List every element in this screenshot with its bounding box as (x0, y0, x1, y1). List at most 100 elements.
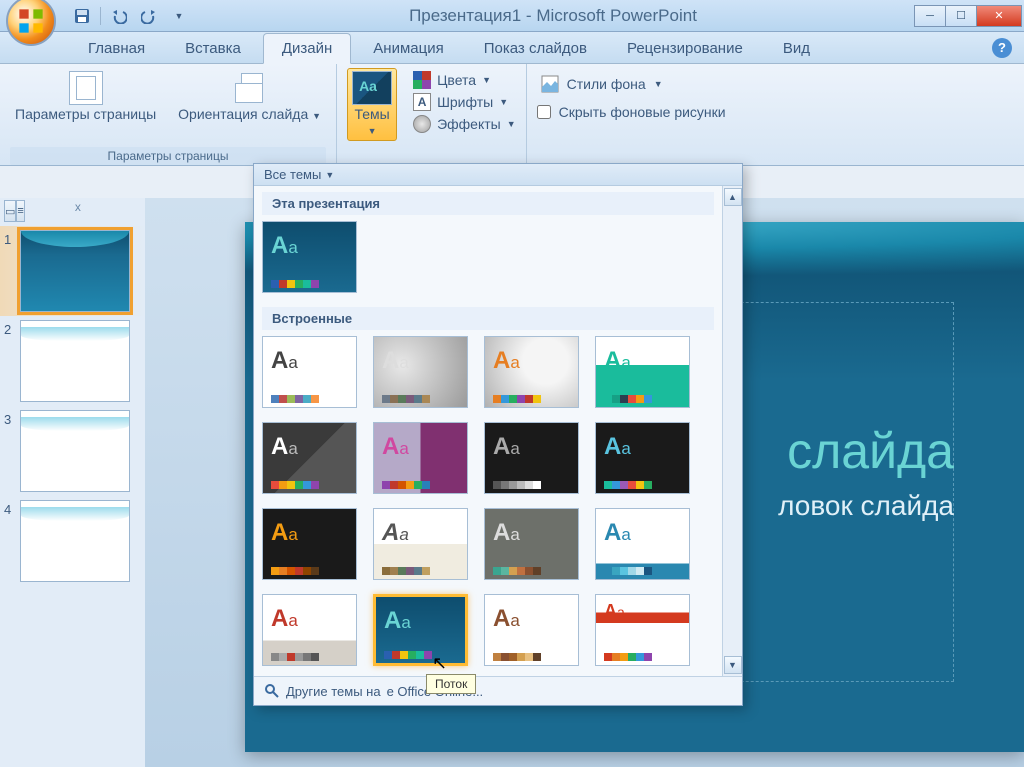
theme-item[interactable]: Aa (595, 336, 690, 408)
slide-thumbnail-4[interactable]: 4 (0, 496, 145, 586)
thumb-number: 4 (4, 500, 16, 517)
maximize-icon: ☐ (956, 9, 966, 22)
chevron-down-icon: ▼ (728, 660, 737, 670)
themes-gallery-dropdown: Все темы ▼ Эта презентация Aa Встроенные… (253, 163, 743, 706)
slide-thumbnail-2[interactable]: 2 (0, 316, 145, 406)
qat-redo-button[interactable] (137, 5, 161, 27)
office-logo-icon (17, 7, 45, 35)
thumb-number: 1 (4, 230, 16, 247)
chevron-down-icon: ▼ (507, 119, 516, 129)
theme-item[interactable]: Aa (484, 336, 579, 408)
theme-item[interactable]: Aa (484, 508, 579, 580)
tab-review[interactable]: Рецензирование (609, 34, 761, 63)
tab-animation[interactable]: Анимация (355, 34, 461, 63)
minimize-button[interactable]: ─ (914, 5, 946, 27)
window-title: Презентация1 - Microsoft PowerPoint (191, 6, 915, 26)
gallery-section-this-presentation: Эта презентация (262, 192, 714, 215)
tab-slideshow[interactable]: Показ слайдов (466, 34, 605, 63)
qat-save-button[interactable] (70, 5, 94, 27)
chevron-down-icon: ▼ (368, 126, 377, 136)
qat-customize-button[interactable]: ▼ (167, 5, 191, 27)
close-icon: ✕ (994, 9, 1003, 22)
slide-title-text: слайда (787, 422, 954, 480)
thumb-number: 3 (4, 410, 16, 427)
chevron-down-icon: ▼ (499, 97, 508, 107)
tab-home[interactable]: Главная (70, 34, 163, 63)
background-styles-icon (541, 75, 559, 93)
theme-item-hovered[interactable]: Aa ↖ (373, 594, 468, 666)
background-styles-button[interactable]: Стили фона ▼ (537, 74, 667, 94)
gallery-header-all-themes[interactable]: Все темы ▼ (254, 164, 742, 186)
colors-icon (413, 71, 431, 89)
theme-item[interactable]: Aa (373, 508, 468, 580)
outline-tab-slides[interactable]: ▭ (4, 200, 16, 222)
close-button[interactable]: ✕ (976, 5, 1022, 27)
theme-item[interactable]: Aa (262, 508, 357, 580)
theme-item[interactable]: Aa (595, 508, 690, 580)
thumb-preview (20, 410, 130, 492)
colors-button[interactable]: Цвета ▼ (409, 70, 520, 90)
background-styles-label: Стили фона (567, 76, 646, 92)
theme-item[interactable]: Aa (262, 594, 357, 666)
theme-tooltip: Поток (426, 674, 476, 694)
ribbon-tabs: Главная Вставка Дизайн Анимация Показ сл… (0, 32, 1024, 64)
help-button[interactable]: ? (992, 38, 1012, 58)
fonts-button[interactable]: A Шрифты ▼ (409, 92, 520, 112)
page-setup-button[interactable]: Параметры страницы (10, 68, 161, 125)
hide-background-checkbox[interactable]: Скрыть фоновые рисунки (537, 104, 726, 120)
ribbon: Параметры страницы Ориентация слайда ▼ П… (0, 64, 1024, 166)
scroll-down-button[interactable]: ▼ (724, 656, 742, 674)
chevron-down-icon: ▼ (482, 75, 491, 85)
window-controls: ─ ☐ ✕ (915, 5, 1022, 27)
save-icon (74, 8, 90, 24)
theme-item[interactable]: Aa (373, 422, 468, 494)
theme-item[interactable]: Aa (262, 422, 357, 494)
all-themes-label: Все темы (264, 167, 321, 182)
scroll-up-button[interactable]: ▲ (724, 188, 742, 206)
themes-preview-icon: Aa (352, 71, 392, 105)
tab-design[interactable]: Дизайн (263, 33, 351, 64)
title-bar: ▼ Презентация1 - Microsoft PowerPoint ─ … (0, 0, 1024, 32)
slide-thumbnails-pane: 1 2 3 4 (0, 198, 145, 767)
theme-item[interactable]: Aa (595, 422, 690, 494)
outline-tab-outline[interactable]: ≡ (16, 200, 24, 222)
slide-thumbnail-3[interactable]: 3 (0, 406, 145, 496)
themes-label: Темы▼ (354, 107, 389, 138)
thumb-number: 2 (4, 320, 16, 337)
theme-item[interactable]: Aa (595, 594, 690, 666)
gallery-more-online[interactable]: Другие темы на Поток e Office Online... (254, 676, 742, 705)
hide-bg-input[interactable] (537, 105, 551, 119)
gallery-body: Эта презентация Aa Встроенные Aa Aa Aa A… (254, 186, 742, 676)
ribbon-group-page-setup: Параметры страницы Ориентация слайда ▼ П… (0, 64, 337, 165)
slide-thumbnail-1[interactable]: 1 (0, 226, 145, 316)
search-online-icon (264, 683, 280, 699)
help-icon: ? (998, 40, 1006, 55)
fonts-label: Шрифты (437, 94, 493, 110)
thumb-preview (20, 230, 130, 312)
colors-label: Цвета (437, 72, 476, 88)
quick-access-toolbar: ▼ (70, 5, 191, 27)
pane-close-button[interactable]: x (75, 200, 81, 224)
themes-button[interactable]: Aa Темы▼ (347, 68, 397, 141)
thumb-preview (20, 320, 130, 402)
theme-item[interactable]: Aa (373, 336, 468, 408)
effects-button[interactable]: Эффекты ▼ (409, 114, 520, 134)
theme-current[interactable]: Aa (262, 221, 357, 293)
pane-tabs: ▭ ≡ x (4, 200, 64, 224)
tab-view[interactable]: Вид (765, 34, 828, 63)
gallery-section-builtin: Встроенные (262, 307, 714, 330)
theme-item[interactable]: Aa (484, 422, 579, 494)
slide-orientation-button[interactable]: Ориентация слайда ▼ (173, 68, 326, 125)
tab-insert[interactable]: Вставка (167, 34, 259, 63)
theme-item[interactable]: Aa (484, 594, 579, 666)
theme-item[interactable]: Aa (262, 336, 357, 408)
page-setup-icon (69, 71, 103, 105)
qat-undo-button[interactable] (107, 5, 131, 27)
maximize-button[interactable]: ☐ (945, 5, 977, 27)
more-online-label-1: Другие темы на (286, 684, 381, 699)
gallery-scrollbar[interactable]: ▲ ▼ (722, 186, 742, 676)
chevron-up-icon: ▲ (728, 192, 737, 202)
undo-icon (111, 8, 127, 24)
orientation-icon (233, 71, 267, 105)
minimize-icon: ─ (926, 10, 934, 22)
